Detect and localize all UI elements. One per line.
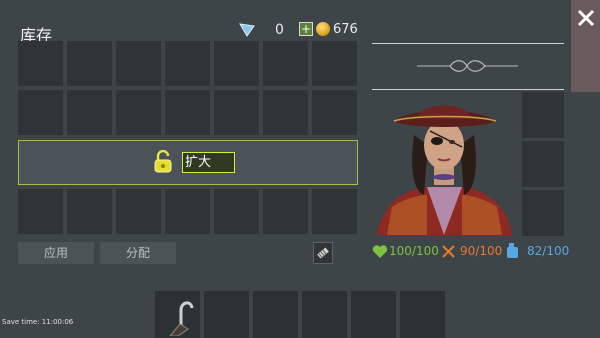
inventory-slot[interactable] bbox=[67, 41, 112, 86]
unlock-icon bbox=[154, 150, 172, 173]
close-icon[interactable] bbox=[576, 8, 596, 28]
inventory-slot[interactable] bbox=[263, 41, 308, 86]
character-portrait bbox=[377, 105, 512, 235]
inventory-slot[interactable] bbox=[312, 41, 357, 86]
water-value: 82/100 bbox=[527, 244, 570, 258]
divider-bottom bbox=[372, 89, 564, 90]
inventory-slot[interactable] bbox=[165, 90, 210, 135]
inventory-slot[interactable] bbox=[67, 90, 112, 135]
add-currency-icon[interactable]: + bbox=[299, 22, 313, 36]
expand-button-label[interactable]: 扩大 bbox=[182, 152, 235, 173]
inventory-slot[interactable] bbox=[165, 41, 210, 86]
equipment-slot[interactable] bbox=[522, 92, 564, 138]
flag-icon bbox=[239, 23, 255, 37]
distribute-button[interactable]: 分配 bbox=[100, 242, 176, 264]
ammo-icon[interactable] bbox=[313, 242, 333, 264]
save-time-label: Save time: 11:00:06 bbox=[2, 318, 74, 326]
inventory-slot[interactable] bbox=[165, 189, 210, 234]
heart-icon bbox=[372, 245, 388, 258]
inventory-slot[interactable] bbox=[214, 189, 259, 234]
water-icon bbox=[507, 243, 518, 258]
inventory-slot[interactable] bbox=[18, 189, 63, 234]
ornament-icon bbox=[417, 60, 518, 72]
hotbar-slot[interactable] bbox=[351, 291, 396, 338]
equipment-slot[interactable] bbox=[522, 190, 564, 236]
hotbar-slot[interactable] bbox=[155, 291, 200, 338]
hotbar-slot[interactable] bbox=[253, 291, 298, 338]
hotbar-slot[interactable] bbox=[400, 291, 445, 338]
inventory-slot[interactable] bbox=[116, 41, 161, 86]
inventory-slot[interactable] bbox=[263, 189, 308, 234]
divider-top bbox=[372, 43, 564, 44]
coin-count: 676 bbox=[333, 22, 358, 37]
health-value: 100/100 bbox=[389, 244, 439, 258]
inventory-slot[interactable] bbox=[67, 189, 112, 234]
food-value: 90/100 bbox=[460, 244, 503, 258]
hook-icon bbox=[169, 301, 194, 336]
equipment-slot[interactable] bbox=[522, 141, 564, 187]
inventory-slot[interactable] bbox=[263, 90, 308, 135]
inventory-slot[interactable] bbox=[116, 90, 161, 135]
coin-icon bbox=[316, 22, 330, 36]
inventory-slot[interactable] bbox=[116, 189, 161, 234]
inventory-slot[interactable] bbox=[18, 41, 63, 86]
hotbar-slot[interactable] bbox=[204, 291, 249, 338]
inventory-slot[interactable] bbox=[214, 41, 259, 86]
cutlery-icon bbox=[442, 245, 455, 258]
inventory-slot[interactable] bbox=[18, 90, 63, 135]
apply-button[interactable]: 应用 bbox=[18, 242, 94, 264]
hotbar-slot[interactable] bbox=[302, 291, 347, 338]
flag-count: 0 bbox=[275, 22, 284, 38]
inventory-slot[interactable] bbox=[312, 189, 357, 234]
inventory-slot[interactable] bbox=[214, 90, 259, 135]
inventory-slot[interactable] bbox=[312, 90, 357, 135]
